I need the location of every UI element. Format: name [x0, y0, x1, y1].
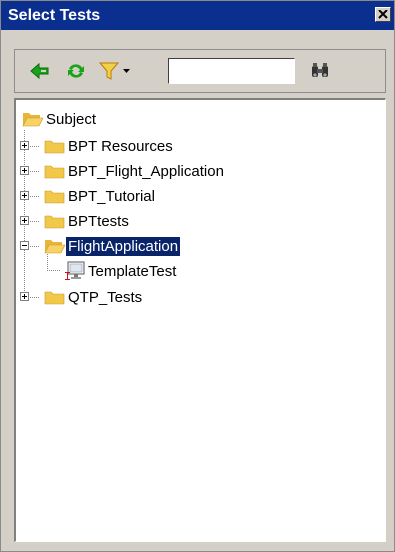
back-arrow-icon[interactable]	[29, 60, 51, 82]
close-icon	[378, 10, 388, 19]
plus-icon	[22, 143, 27, 148]
expand-button[interactable]	[20, 141, 29, 150]
tree-item-label: FlightApplication	[64, 235, 182, 257]
test-icon	[65, 261, 85, 280]
folder-icon	[44, 215, 65, 229]
open-folder-icon	[22, 113, 44, 127]
plus-icon	[22, 294, 27, 299]
plus-icon	[22, 193, 27, 198]
filter-button[interactable]	[98, 60, 132, 82]
open-folder-icon	[44, 240, 66, 254]
plus-icon	[22, 168, 27, 173]
refresh-icon[interactable]	[65, 60, 87, 82]
tree-item-label: BPT_Flight_Application	[68, 162, 224, 180]
tree-connector	[28, 171, 40, 172]
tree-item-label: BPTtests	[68, 212, 129, 230]
close-button[interactable]	[375, 7, 391, 22]
window-title: Select Tests	[8, 7, 101, 24]
tree-root-label: Subject	[46, 110, 97, 128]
tree-child-item[interactable]: TemplateTest	[64, 259, 178, 283]
tree-item[interactable]: BPTtests	[44, 209, 131, 233]
toolbar	[14, 49, 386, 93]
tree-item-label: TemplateTest	[88, 262, 177, 280]
test-tree: Subject BPT Resources BPT_Flight_Applica…	[14, 98, 386, 542]
tree-connector	[24, 130, 25, 298]
tree-item-label: BPT_Tutorial	[68, 187, 155, 205]
folder-icon	[44, 291, 65, 305]
tree-connector	[28, 297, 40, 298]
binoculars-icon[interactable]	[309, 60, 331, 82]
tree-item[interactable]: BPT Resources	[44, 134, 175, 158]
tree-item-label: BPT Resources	[68, 137, 173, 155]
filter-icon	[98, 62, 120, 80]
tree-item-selected[interactable]: FlightApplication	[44, 234, 182, 258]
select-tests-window: Select Tests Subject BPT Resources BPT_F…	[0, 0, 395, 552]
expand-button[interactable]	[20, 191, 29, 200]
tree-root[interactable]: Subject	[22, 107, 98, 131]
tree-item[interactable]: BPT_Tutorial	[44, 184, 157, 208]
folder-icon	[44, 140, 65, 154]
tree-connector	[28, 246, 40, 247]
folder-icon	[44, 190, 65, 204]
title-bar: Select Tests	[1, 1, 394, 30]
tree-item[interactable]: QTP_Tests	[44, 285, 144, 309]
minus-icon	[22, 245, 27, 246]
collapse-button[interactable]	[20, 241, 29, 250]
expand-button[interactable]	[20, 216, 29, 225]
plus-icon	[22, 218, 27, 223]
folder-icon	[44, 165, 65, 179]
tree-connector	[47, 270, 61, 271]
tree-item[interactable]: BPT_Flight_Application	[44, 159, 226, 183]
tree-connector	[28, 146, 40, 147]
tree-connector	[28, 221, 40, 222]
expand-button[interactable]	[20, 166, 29, 175]
tree-item-label: QTP_Tests	[68, 288, 143, 306]
chevron-down-icon	[123, 69, 130, 73]
tree-connector	[28, 196, 40, 197]
search-input[interactable]	[168, 58, 295, 84]
expand-button[interactable]	[20, 292, 29, 301]
